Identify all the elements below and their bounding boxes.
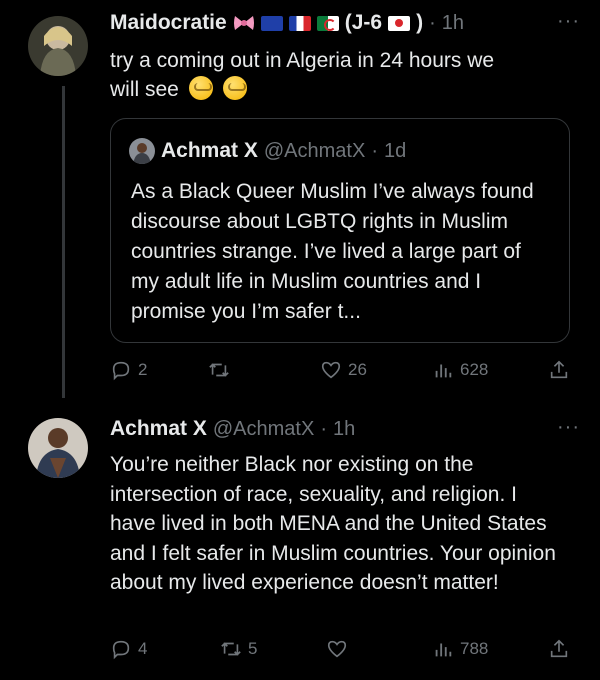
reply-icon [112, 640, 130, 660]
views-icon [435, 643, 452, 657]
name-suffix: (J-6 [344, 11, 383, 34]
tweet-header: Maidocratie (J-6 ) · 1h ··· [110, 8, 580, 38]
handle[interactable]: @AchmatX [213, 418, 314, 441]
views-count: 628 [460, 360, 489, 379]
tweet-text-line-1: try a coming out in Algeria in 24 hours … [110, 49, 495, 72]
quoted-handle: @AchmatX [263, 139, 366, 162]
retweet-count: 5 [248, 639, 258, 658]
reply-button[interactable]: 4 [110, 634, 147, 664]
display-name[interactable]: Achmat X [110, 417, 207, 441]
timestamp[interactable]: 1h [442, 12, 464, 35]
views-button[interactable]: 628 [432, 355, 488, 385]
timestamp[interactable]: 1h [333, 418, 355, 441]
separator-dot: · [320, 417, 327, 440]
tweet-text: You’re neither Black nor existing on the… [110, 453, 556, 594]
algeria-flag-icon [316, 15, 339, 31]
heart-icon [321, 361, 341, 379]
name-suffix-close: ) [416, 11, 424, 34]
separator-dot: · [429, 11, 436, 34]
tweet-1[interactable]: Maidocratie (J-6 ) · 1h ··· try a coming… [0, 0, 600, 400]
views-count: 788 [460, 639, 489, 658]
like-button[interactable] [326, 634, 354, 664]
like-button[interactable]: 26 [320, 355, 367, 385]
quoted-tweet-text: As a Black Queer Muslim I’ve always foun… [131, 180, 534, 323]
france-flag-icon [288, 15, 311, 31]
quoted-avatar [129, 138, 155, 164]
tweet-header: Achmat X @AchmatX · 1h ··· [110, 414, 580, 444]
share-icon [550, 639, 568, 658]
retweet-button[interactable]: 5 [220, 634, 257, 664]
tweet-text-line-2: will see [110, 75, 570, 104]
reply-icon [112, 361, 130, 381]
avatar-maidocratie[interactable] [28, 16, 88, 76]
quoted-tweet[interactable]: Achmat X @AchmatX · 1d As a Black Queer … [110, 118, 570, 343]
tweet-2[interactable]: Achmat X @AchmatX · 1h ··· You’re neithe… [0, 400, 600, 680]
action-bar: 2 26 628 [110, 355, 570, 385]
tweet-text-line-2-text: will see [110, 78, 179, 101]
share-button[interactable] [548, 355, 570, 385]
display-name[interactable]: Maidocratie [110, 11, 227, 35]
quoted-timestamp: 1d [383, 139, 407, 162]
views-icon [435, 364, 452, 378]
more-options-icon[interactable]: ··· [557, 10, 580, 33]
reply-count: 2 [138, 360, 148, 379]
views-button[interactable]: 788 [432, 634, 488, 664]
flushed-face-emoji-icon [222, 76, 247, 100]
avatar-achmat-x[interactable] [28, 418, 88, 478]
thread-line [62, 86, 65, 398]
action-bar: 4 5 788 [110, 634, 570, 664]
reply-button[interactable]: 2 [110, 355, 147, 385]
quoted-tweet-header: Achmat X @AchmatX · 1d [129, 137, 406, 165]
japan-flag-icon [388, 15, 411, 31]
retweet-button[interactable] [208, 355, 236, 385]
tweet-text: try a coming out in Algeria in 24 hours … [110, 46, 570, 104]
quoted-separator-dot: · [371, 139, 378, 162]
more-options-icon[interactable]: ··· [557, 416, 580, 439]
retweet-icon [209, 363, 229, 377]
nerd-face-emoji-icon [188, 76, 213, 100]
eu-flag-icon [260, 15, 283, 31]
heart-icon [327, 640, 347, 658]
reply-count: 4 [138, 639, 148, 658]
like-count: 26 [348, 360, 367, 379]
retweet-icon [221, 642, 241, 656]
share-button[interactable] [548, 634, 570, 664]
bow-emoji-icon [233, 14, 255, 32]
share-icon [550, 360, 568, 379]
quoted-display-name: Achmat X [161, 139, 258, 162]
